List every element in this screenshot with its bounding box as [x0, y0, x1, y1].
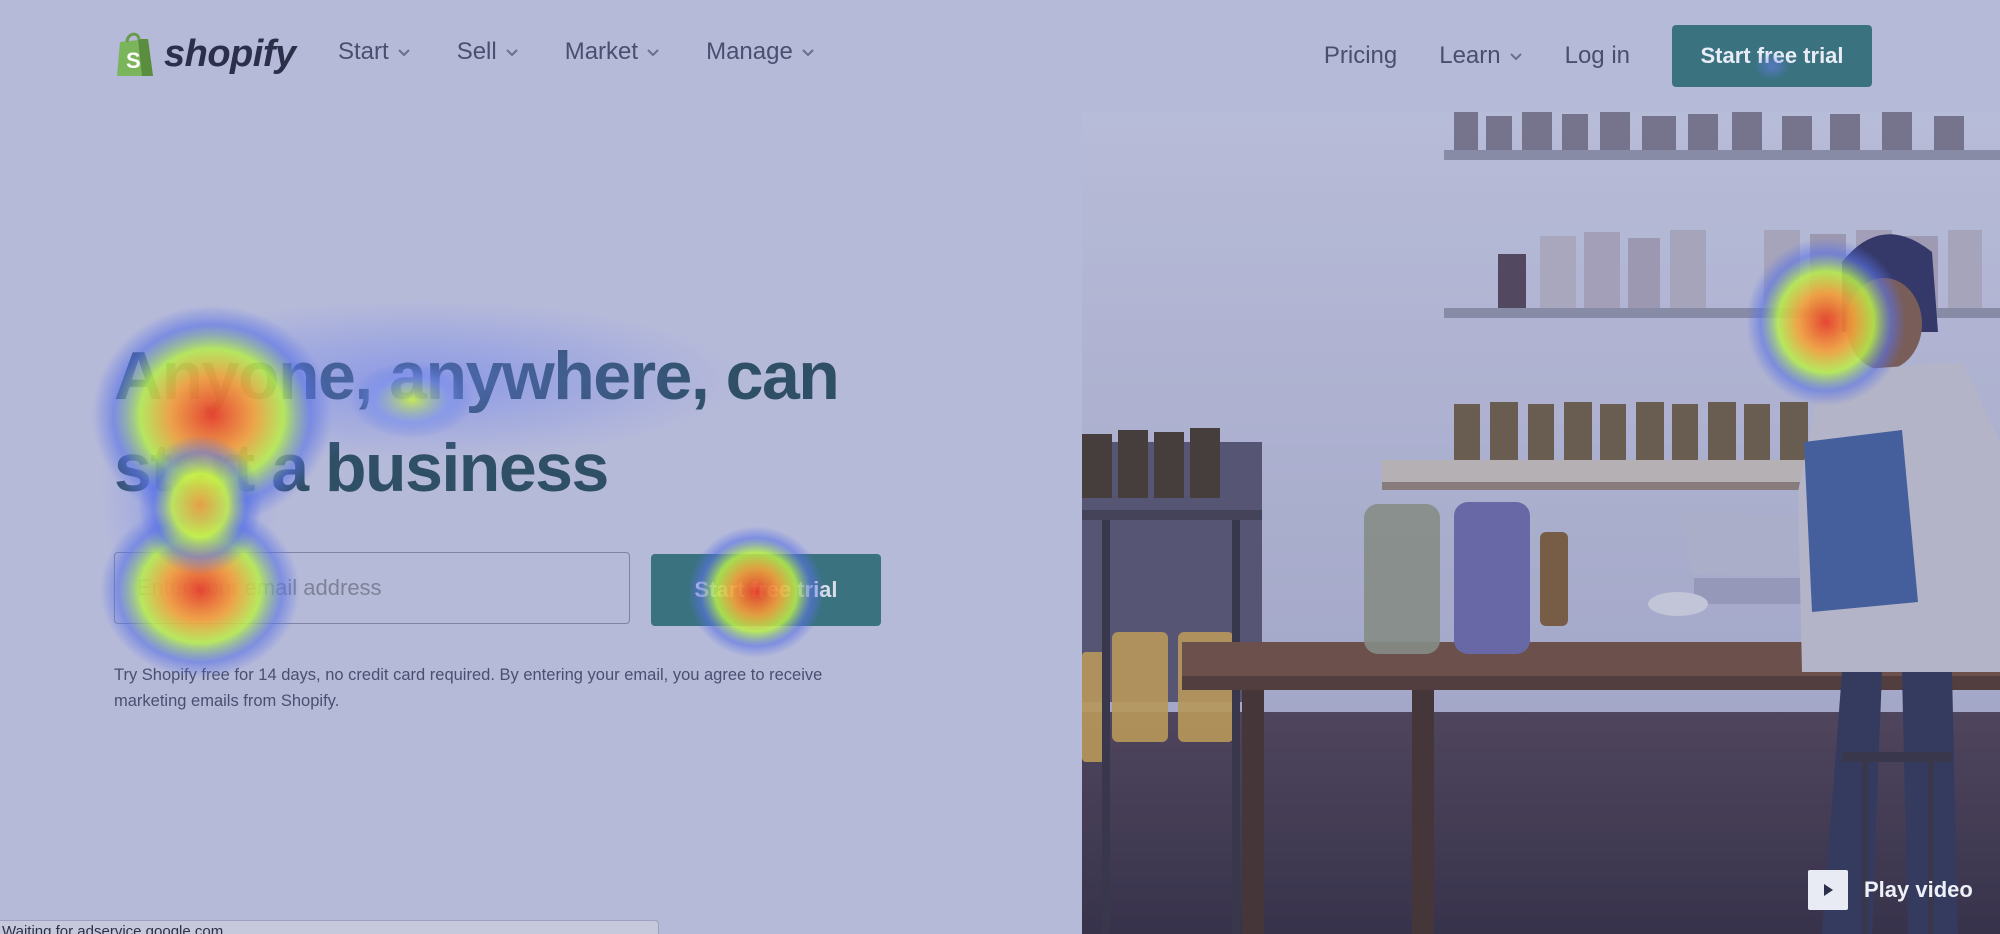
nav-pricing[interactable]: Pricing — [1324, 42, 1397, 70]
nav-manage[interactable]: Manage — [706, 38, 815, 66]
chevron-down-icon — [802, 49, 814, 57]
shopify-logo[interactable]: S shopify — [114, 30, 296, 78]
nav-start[interactable]: Start — [338, 38, 411, 66]
svg-text:S: S — [126, 48, 141, 73]
nav-login[interactable]: Log in — [1565, 42, 1630, 70]
chevron-down-icon — [506, 49, 518, 57]
trial-disclaimer: Try Shopify free for 14 days, no credit … — [114, 662, 874, 714]
nav-sell[interactable]: Sell — [457, 38, 519, 66]
hero-title: Anyone, anywhere, can start a business — [114, 330, 874, 514]
nav-market[interactable]: Market — [565, 38, 660, 66]
nav-sell-label: Sell — [456, 38, 497, 65]
primary-nav: Start Sell Market Manage — [338, 38, 861, 66]
chevron-down-icon — [397, 49, 410, 57]
nav-learn-label: Learn — [1439, 42, 1501, 69]
site-header: S shopify Start Sell Market Manage Prici… — [0, 0, 2000, 112]
disclaimer-line1: Try Shopify free for 14 days, no credit … — [114, 666, 823, 684]
nav-pricing-label: Pricing — [1323, 42, 1398, 69]
chevron-down-icon — [647, 49, 659, 57]
page: S shopify Start Sell Market Manage Prici… — [0, 0, 2000, 934]
play-icon — [1808, 870, 1848, 910]
nav-manage-label: Manage — [706, 38, 793, 65]
nav-learn[interactable]: Learn — [1439, 42, 1522, 70]
play-video-label: Play video — [1864, 877, 1973, 902]
browser-status-bar: Waiting for adservice.google.com... — [0, 920, 659, 934]
header-start-free-trial-button[interactable]: Start free trial — [1672, 25, 1872, 87]
hero-title-line1: Anyone, anywhere, can — [114, 338, 840, 414]
shopping-bag-icon: S — [117, 32, 153, 76]
start-free-trial-button[interactable]: Start free trial — [651, 554, 881, 626]
secondary-nav: Pricing Learn Log in Start free trial — [1324, 25, 1872, 87]
hero-title-line2: start a business — [114, 430, 609, 506]
email-input[interactable] — [114, 552, 630, 624]
logo-wordmark: shopify — [164, 32, 296, 75]
shop-interior-illustration — [1082, 112, 2000, 934]
chevron-down-icon — [1509, 53, 1522, 61]
hero-photo — [1082, 112, 2000, 934]
disclaimer-line2: marketing emails from Shopify. — [114, 692, 340, 710]
nav-login-label: Log in — [1564, 42, 1630, 69]
nav-market-label: Market — [564, 38, 639, 65]
nav-start-label: Start — [338, 38, 389, 65]
play-video-button[interactable]: Play video — [1808, 870, 1973, 910]
